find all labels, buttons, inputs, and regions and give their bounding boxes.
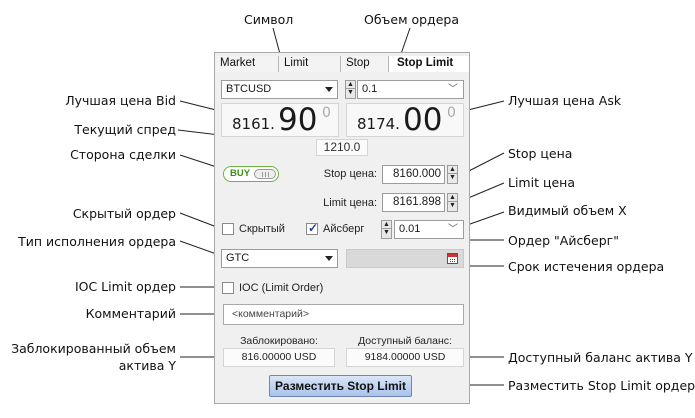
- blocked-label: Заблокировано:: [240, 335, 318, 347]
- volume-spinner[interactable]: ▲ ▼: [345, 80, 356, 99]
- comment-input[interactable]: <комментарий>: [223, 304, 464, 325]
- ioc-label: IOC (Limit Order): [239, 282, 324, 294]
- limit-price-label: Limit цена:: [323, 197, 377, 209]
- spread-value: 1210.0: [316, 139, 368, 156]
- time-in-force-select[interactable]: GTC: [221, 249, 338, 268]
- tab-market[interactable]: Market: [215, 56, 279, 72]
- annotation-order-expiry: Срок истечения ордера: [508, 259, 665, 274]
- spinner-up-icon[interactable]: ▲: [346, 81, 355, 89]
- side-toggle[interactable]: BUY: [223, 166, 279, 182]
- expiry-date-field[interactable]: [346, 249, 464, 268]
- annotation-symbol: Символ: [244, 12, 294, 27]
- stop-price-spinner[interactable]: ▲ ▼: [447, 165, 458, 184]
- volume-value: 0.1: [362, 83, 378, 95]
- stop-price-input[interactable]: 8160.000: [382, 165, 445, 184]
- symbol-select[interactable]: BTCUSD: [221, 80, 338, 99]
- tab-stop[interactable]: Stop: [341, 56, 389, 72]
- dropdown-arrow-icon: [325, 87, 333, 92]
- annotation-trade-side: Сторона сделки: [70, 147, 176, 162]
- bid-price-main: 8161.: [232, 115, 275, 133]
- spinner-down-icon[interactable]: ▼: [448, 202, 457, 210]
- ask-price-box[interactable]: 8174. 00 0: [346, 102, 464, 138]
- place-stop-limit-button[interactable]: Разместить Stop Limit: [269, 375, 412, 397]
- blocked-value: 816.00000 USD: [223, 348, 335, 367]
- annotation-iceberg-order: Ордер "Айсберг": [508, 233, 619, 248]
- ioc-checkbox[interactable]: [222, 282, 234, 294]
- annotation-best-ask: Лучшая цена Ask: [508, 93, 622, 108]
- ask-price-main: 8174.: [357, 115, 400, 133]
- ask-price-fraction: 0: [447, 105, 456, 121]
- volume-select[interactable]: 0.1 ﹀: [357, 80, 464, 99]
- time-in-force-value: GTC: [226, 252, 250, 264]
- spinner-down-icon[interactable]: ▼: [346, 89, 355, 97]
- bid-price-pips: 90: [278, 102, 318, 138]
- annotation-execution-type: Тип исполнения ордера: [18, 234, 176, 249]
- limit-price-input[interactable]: 8161.898: [382, 193, 445, 212]
- order-panel: Market Limit Stop Stop Limit BTCUSD ▲ ▼ …: [214, 52, 470, 404]
- annotation-place-order: Разместить Stop Limit ордер: [508, 378, 695, 393]
- annotation-hidden-order: Скрытый ордер: [72, 206, 176, 221]
- annotation-limit-price: Limit цена: [508, 175, 575, 190]
- chevron-down-icon: ﹀: [448, 224, 458, 235]
- toggle-knob-icon: [254, 169, 276, 179]
- spinner-down-icon[interactable]: ▼: [448, 174, 457, 182]
- bid-price-fraction: 0: [322, 105, 331, 121]
- side-label: BUY: [230, 168, 251, 179]
- hidden-label: Скрытый: [239, 223, 285, 235]
- visible-volume-value: 0.01: [399, 223, 421, 235]
- annotation-available-balance: Доступный баланс актива Y: [508, 350, 693, 365]
- limit-price-spinner[interactable]: ▲ ▼: [447, 193, 458, 212]
- visible-volume-spinner[interactable]: ▲ ▼: [381, 220, 392, 239]
- available-value: 9184.00000 USD: [346, 348, 464, 367]
- spinner-down-icon[interactable]: ▼: [382, 229, 391, 237]
- bid-price-box[interactable]: 8161. 90 0: [221, 102, 339, 138]
- iceberg-checkbox[interactable]: [306, 221, 318, 235]
- stop-price-label: Stop цена:: [323, 168, 377, 180]
- calendar-icon[interactable]: [447, 253, 458, 264]
- annotation-stop-price: Stop цена: [508, 146, 573, 161]
- hidden-checkbox[interactable]: [222, 223, 234, 235]
- annotation-blocked-volume-1: Заблокированный объем: [11, 341, 176, 356]
- annotation-ioc-limit: IOC Limit ордер: [74, 279, 176, 294]
- ask-price-pips: 00: [403, 102, 443, 138]
- symbol-value: BTCUSD: [226, 83, 272, 95]
- spinner-up-icon[interactable]: ▲: [448, 166, 457, 174]
- spinner-up-icon[interactable]: ▲: [382, 221, 391, 229]
- annotation-comment: Комментарий: [85, 306, 176, 321]
- tab-stop-limit[interactable]: Stop Limit: [389, 56, 469, 72]
- annotation-blocked-volume-2: актива Y: [118, 358, 176, 373]
- annotation-order-volume: Объем ордера: [364, 12, 459, 27]
- annotation-best-bid: Лучшая цена Bid: [65, 93, 176, 108]
- spinner-up-icon[interactable]: ▲: [448, 194, 457, 202]
- dropdown-arrow-icon: [325, 256, 333, 261]
- iceberg-label: Айсберг: [323, 223, 365, 235]
- available-label: Доступный баланс:: [358, 335, 452, 347]
- chevron-down-icon: ﹀: [448, 84, 458, 95]
- annotation-visible-volume: Видимый объем X: [508, 203, 627, 218]
- order-type-tabs: Market Limit Stop Stop Limit: [215, 56, 469, 72]
- annotation-current-spread: Текущий спред: [74, 122, 176, 137]
- tab-limit[interactable]: Limit: [279, 56, 341, 72]
- visible-volume-select[interactable]: 0.01 ﹀: [394, 220, 464, 239]
